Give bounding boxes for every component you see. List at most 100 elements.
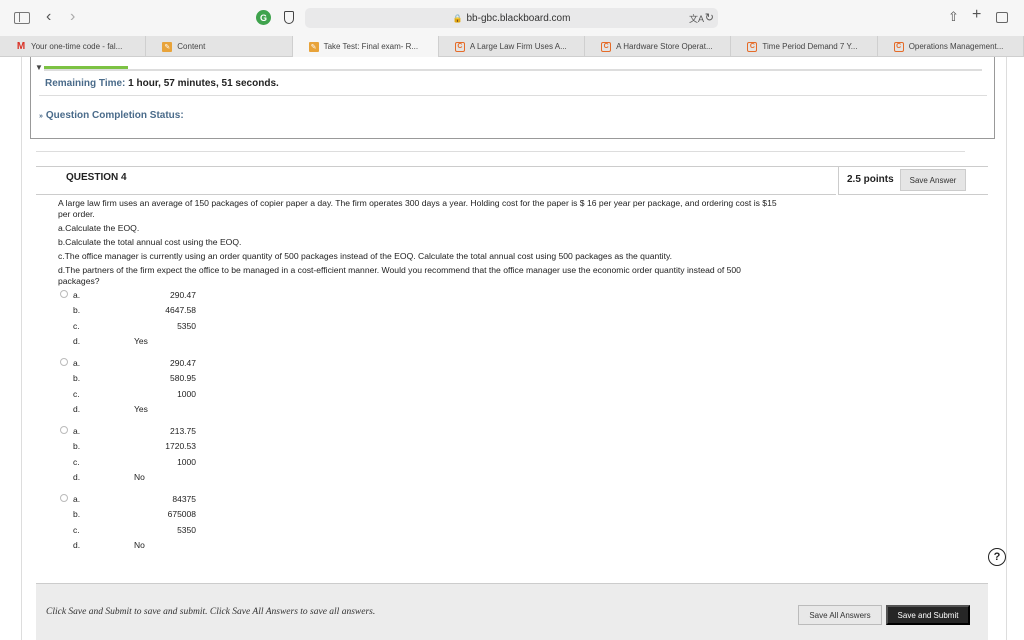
- save-all-answers-button[interactable]: Save All Answers: [798, 605, 882, 625]
- share-icon[interactable]: ⇧: [948, 9, 959, 25]
- option-letter: c.: [73, 388, 80, 399]
- divider: [39, 95, 987, 96]
- option-letter: d.: [73, 335, 81, 346]
- tab-label: Operations Management...: [908, 42, 1004, 51]
- grammarly-extension-icon[interactable]: G: [256, 10, 271, 25]
- option-letter: a.: [73, 290, 81, 300]
- tab-overview-icon[interactable]: [996, 12, 1008, 23]
- option-row: b. 675008: [58, 509, 258, 524]
- reload-icon[interactable]: ↻: [705, 11, 714, 24]
- progress-track: [44, 69, 982, 71]
- tab-label: A Large Law Firm Uses A...: [469, 42, 567, 51]
- answer-option[interactable]: a. 290.47 b. 4647.58 c. 5350 d. Yes: [58, 290, 258, 351]
- remaining-time-label: Remaining Time:: [45, 78, 126, 89]
- option-row: b. 1720.53: [58, 441, 258, 456]
- option-row: a. 213.75: [58, 426, 258, 441]
- tab-strip: M Your one-time code - fal... ✎ Content ✎ Tak…: [0, 36, 1024, 57]
- question-paragraph: b.Calculate the total annual cost using …: [58, 237, 242, 247]
- footer-message: Click Save and Submit to save and submit…: [46, 607, 376, 617]
- tab-label: Content: [177, 42, 206, 51]
- back-button[interactable]: ‹: [46, 8, 51, 26]
- option-letter: b.: [73, 373, 81, 384]
- answer-option[interactable]: a. 213.75 b. 1720.53 c. 1000 d. No: [58, 426, 258, 487]
- option-row: c. 5350: [58, 321, 258, 336]
- option-letter: c.: [73, 456, 80, 467]
- option-row: c. 1000: [58, 389, 258, 404]
- time-progress-bar: [44, 66, 129, 69]
- option-value: 4647.58: [165, 305, 196, 316]
- chegg-icon: C: [893, 41, 904, 52]
- browser-tab[interactable]: C Time Period Demand 7 Y...: [731, 36, 878, 57]
- option-value: 290.47: [170, 290, 196, 300]
- question-completion-status[interactable]: » Question Completion Status:: [39, 110, 184, 121]
- question-paragraph: d.The partners of the firm expect the of…: [58, 265, 741, 286]
- option-row: a. 290.47: [58, 358, 258, 373]
- browser-tab[interactable]: ✎ Take Test: Final exam- R...: [292, 36, 439, 57]
- option-value: 580.95: [170, 373, 196, 384]
- tab-label: Your one-time code - fal...: [31, 42, 123, 51]
- option-value: 1720.53: [165, 441, 196, 452]
- url-text: bb-gbc.blackboard.com: [466, 12, 571, 24]
- translate-icon[interactable]: 文A: [689, 12, 704, 25]
- answer-option[interactable]: a. 290.47 b. 580.95 c. 1000 d. Yes: [58, 358, 258, 419]
- option-value: Yes: [134, 335, 148, 346]
- option-value: No: [134, 539, 145, 550]
- help-icon[interactable]: ?: [988, 548, 1006, 566]
- option-value: No: [134, 471, 145, 482]
- option-letter: a.: [73, 358, 81, 368]
- page-border-right: [1006, 57, 1007, 640]
- browser-tab[interactable]: C A Large Law Firm Uses A...: [439, 36, 586, 57]
- question-text: A large law firm uses an average of 150 …: [58, 198, 778, 290]
- pencil-icon: ✎: [308, 41, 319, 52]
- browser-toolbar: ‹ › G 🔒 bb-gbc.blackboard.com 文A ↻ ⇧ +: [0, 0, 1024, 36]
- chegg-icon: C: [454, 41, 465, 52]
- divider: [36, 194, 836, 195]
- option-row: d. Yes: [58, 404, 258, 419]
- page-border-left: [21, 57, 22, 640]
- lock-icon: 🔒: [452, 13, 463, 23]
- option-value: 5350: [177, 524, 196, 535]
- option-value: 675008: [167, 509, 196, 520]
- option-letter: d.: [73, 471, 81, 482]
- sidebar-toggle-icon[interactable]: [14, 12, 30, 24]
- tab-label: A Hardware Store Operat...: [616, 42, 713, 51]
- chevron-icon: »: [39, 113, 43, 120]
- browser-tab[interactable]: ✎ Content: [146, 36, 293, 57]
- option-letter: b.: [73, 441, 81, 452]
- option-row: d. Yes: [58, 336, 258, 351]
- option-row: b. 4647.58: [58, 305, 258, 320]
- completion-label: Question Completion Status:: [45, 110, 184, 121]
- browser-tab[interactable]: M Your one-time code - fal...: [0, 36, 147, 57]
- browser-tab[interactable]: C A Hardware Store Operat...: [585, 36, 732, 57]
- question-paragraph: A large law firm uses an average of 150 …: [58, 198, 777, 219]
- question-points: 2.5 points: [847, 174, 894, 185]
- option-row: a. 290.47: [58, 290, 258, 305]
- pencil-icon: ✎: [162, 41, 173, 52]
- option-letter: c.: [73, 320, 80, 331]
- tab-label: Time Period Demand 7 Y...: [762, 42, 858, 51]
- new-tab-button[interactable]: +: [972, 6, 981, 24]
- tab-label: Take Test: Final exam- R...: [323, 42, 419, 51]
- privacy-shield-icon[interactable]: [284, 11, 294, 24]
- option-row: c. 1000: [58, 457, 258, 472]
- test-page: ▼ Remaining Time: 1 hour, 57 minutes, 51…: [0, 57, 1024, 640]
- forward-button[interactable]: ›: [70, 8, 75, 26]
- address-bar[interactable]: 🔒 bb-gbc.blackboard.com 文A ↻: [305, 8, 718, 28]
- option-value: 5350: [177, 320, 196, 331]
- option-value: 213.75: [170, 426, 196, 436]
- option-letter: d.: [73, 403, 81, 414]
- save-answer-button[interactable]: Save Answer: [900, 169, 966, 191]
- save-and-submit-button[interactable]: Save and Submit: [886, 605, 970, 625]
- chegg-icon: C: [747, 41, 758, 52]
- remaining-time-value: 1 hour, 57 minutes, 51 seconds.: [128, 78, 279, 89]
- option-row: d. No: [58, 472, 258, 487]
- footer-bar: Click Save and Submit to save and submit…: [36, 583, 988, 640]
- collapse-triangle-icon[interactable]: ▼: [35, 63, 43, 72]
- browser-tab[interactable]: C Operations Management...: [878, 36, 1024, 57]
- option-letter: a.: [73, 494, 81, 504]
- question-paragraph: c.The office manager is currently using …: [58, 251, 673, 261]
- question-paragraph: a.Calculate the EOQ.: [58, 223, 140, 233]
- option-row: d. No: [58, 540, 258, 555]
- option-value: 84375: [172, 494, 196, 504]
- answer-option[interactable]: a. 84375 b. 675008 c. 5350 d. No: [58, 494, 258, 555]
